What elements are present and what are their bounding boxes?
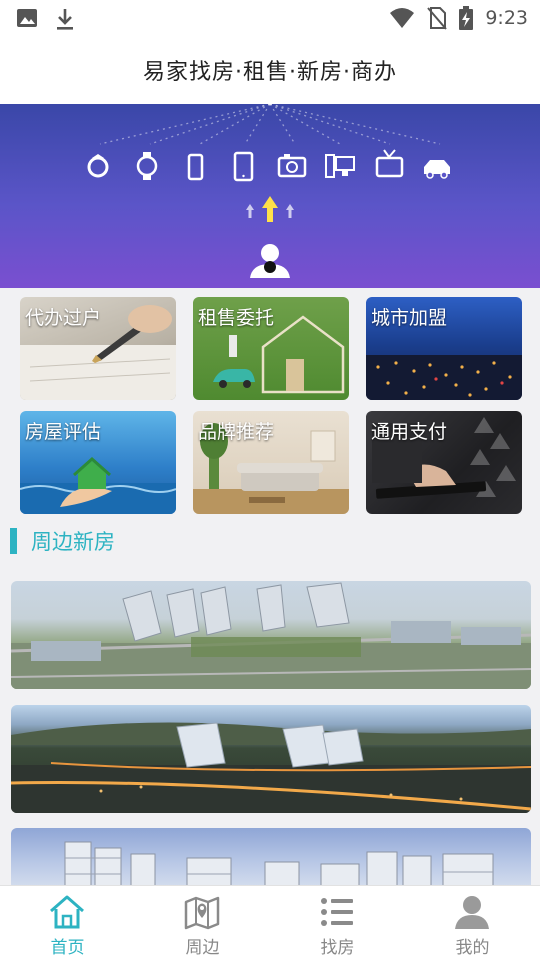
content-area: 代办过户 租售委托 城市加盟 房屋评估 品牌推荐 通用支付 周边新房	[0, 288, 540, 885]
service-label: 租售委托	[198, 307, 275, 329]
section-accent-bar	[10, 528, 17, 554]
service-label: 代办过户	[25, 307, 102, 329]
service-label: 城市加盟	[371, 307, 448, 329]
development-skyline-3	[64, 841, 494, 885]
user-icon	[250, 244, 290, 278]
section-title: 周边新房	[31, 530, 115, 554]
phone-icon	[187, 153, 204, 181]
nav-label: 首页	[50, 938, 85, 958]
nav-find-house[interactable]: 找房	[270, 886, 405, 961]
status-bar: 9:23	[0, 0, 540, 36]
service-tile-consign[interactable]: 租售委托	[193, 297, 349, 400]
listing-image[interactable]	[11, 581, 531, 689]
listing-image[interactable]	[11, 828, 531, 885]
app-header: 易家找房·租售·新房·商办	[0, 36, 540, 104]
service-tile-brand[interactable]: 品牌推荐	[193, 411, 349, 514]
section-header: 周边新房	[10, 526, 115, 556]
wifi-icon	[390, 8, 415, 28]
up-arrow-icon	[246, 196, 294, 222]
development-aerial-2	[11, 722, 531, 813]
camera-icon	[277, 154, 307, 178]
list-icon	[321, 898, 353, 926]
service-tile-appraisal[interactable]: 房屋评估	[20, 411, 176, 514]
development-aerial-1	[11, 582, 531, 689]
tv-icon	[375, 149, 404, 178]
car-icon	[424, 160, 450, 179]
nav-mine[interactable]: 我的	[405, 886, 540, 961]
download-icon	[57, 9, 73, 30]
nav-label: 周边	[185, 938, 220, 958]
battery-charging-icon	[459, 6, 474, 30]
no-sim-icon	[427, 7, 448, 30]
bottom-navigation: 首页 周边 找房 我的	[0, 885, 540, 961]
clock: 9:23	[485, 7, 528, 29]
listing-image[interactable]	[11, 705, 531, 813]
banner-artwork	[87, 104, 450, 278]
map-icon	[184, 896, 220, 930]
service-label: 房屋评估	[25, 421, 102, 443]
computer-icon	[325, 154, 355, 178]
service-tile-transfer[interactable]: 代办过户	[20, 297, 176, 400]
service-label: 品牌推荐	[198, 421, 275, 443]
image-icon	[17, 9, 37, 27]
nav-nearby[interactable]: 周边	[135, 886, 270, 961]
service-tile-payment[interactable]: 通用支付	[366, 411, 522, 514]
nav-home[interactable]: 首页	[0, 886, 135, 961]
ring-icon	[87, 154, 109, 178]
profile-icon	[455, 896, 489, 929]
hero-banner[interactable]	[0, 104, 540, 288]
watch-icon	[136, 152, 158, 180]
nav-label: 我的	[455, 938, 490, 958]
nav-label: 找房	[320, 938, 355, 958]
tablet-icon	[233, 151, 254, 182]
service-label: 通用支付	[371, 421, 448, 443]
page-title: 易家找房·租售·新房·商办	[143, 60, 397, 85]
home-icon	[50, 895, 84, 929]
service-tile-franchise[interactable]: 城市加盟	[366, 297, 522, 400]
